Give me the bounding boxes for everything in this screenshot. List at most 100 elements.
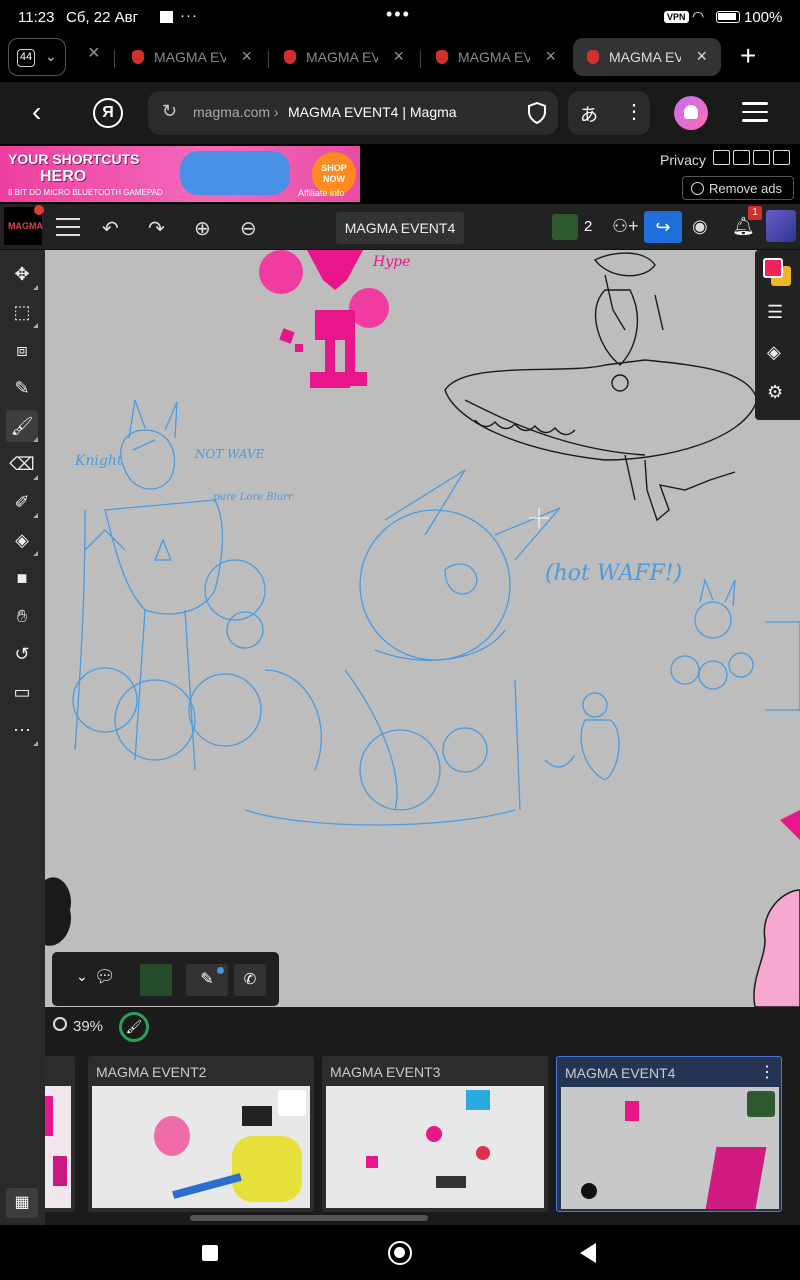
close-icon[interactable]: × <box>545 46 556 67</box>
back-icon[interactable]: ‹ <box>32 96 41 128</box>
more-tools-icon[interactable]: ⋯ <box>6 714 38 746</box>
privacy-link[interactable]: Privacy <box>660 152 706 168</box>
shield-icon[interactable] <box>528 102 546 124</box>
broadcast-icon[interactable]: ◉ <box>692 216 708 237</box>
transform-tool-icon[interactable]: ⧈ <box>6 334 38 366</box>
undo-icon[interactable]: ↶ <box>102 216 119 241</box>
magma-logo[interactable]: MAGMA <box>4 205 44 245</box>
add-user-icon[interactable]: ⚇+ <box>612 216 639 237</box>
tab-separator <box>114 50 115 68</box>
shape-tool-icon[interactable]: ■ <box>6 562 38 594</box>
translate-menu-group: あ ⋮ <box>568 91 650 135</box>
ad-banner[interactable]: YOUR SHORTCUTS HERO 8 BIT DO MICRO BLUET… <box>0 146 360 202</box>
drawing-card[interactable]: MAGMA EVENT3 <box>322 1056 548 1212</box>
drawings-strip: MAGMA EVENT2 MAGMA EVENT3 MAGMA EVENT4 ⋮ <box>45 1047 800 1225</box>
search-icon[interactable] <box>53 1017 67 1031</box>
close-icon[interactable]: × <box>696 46 707 67</box>
my-avatar[interactable] <box>766 210 796 242</box>
owner-badge <box>747 1091 775 1117</box>
redo-icon[interactable]: ↷ <box>148 216 165 241</box>
back-button[interactable] <box>580 1243 596 1263</box>
alice-assistant-icon[interactable] <box>674 96 708 130</box>
browser-tab[interactable]: MAGMA EV × <box>118 38 266 76</box>
tab-label: MAGMA EV <box>306 49 378 65</box>
eyedropper-tool-icon[interactable]: ✎ <box>6 372 38 404</box>
affiliate-info-link[interactable]: Affiliate info <box>298 188 344 198</box>
drawing-card[interactable] <box>45 1056 75 1212</box>
move-tool-icon[interactable]: ✥ <box>6 258 38 290</box>
hand-tool-icon[interactable]: ✋︎ <box>6 600 38 632</box>
new-tab-button[interactable]: + <box>740 40 756 72</box>
remove-ads-button[interactable]: Remove ads <box>682 176 794 200</box>
close-icon[interactable]: × <box>88 42 100 65</box>
browser-tab[interactable]: MAGMA EV × <box>422 38 570 76</box>
zoom-out-icon[interactable]: ⊖ <box>240 216 257 241</box>
rotate-view-icon[interactable]: ↺ <box>6 638 38 670</box>
browser-tab-strip: 44 ⌄ × MAGMA EV × MAGMA EV × MAGMA EV × … <box>0 34 800 82</box>
ad-row: YOUR SHORTCUTS HERO 8 BIT DO MICRO BLUET… <box>0 144 800 204</box>
status-date: Сб, 22 Авг <box>66 9 139 26</box>
browser-menu-icon[interactable] <box>742 102 768 122</box>
browser-tab-active[interactable]: MAGMA EV × <box>573 38 721 76</box>
canvas-artwork: Hype Knight NOT WAVE pure Lore Blurr (ho… <box>45 250 800 1007</box>
zoom-in-icon[interactable]: ⊕ <box>194 216 211 241</box>
drawing-card-active[interactable]: MAGMA EVENT4 ⋮ <box>556 1056 782 1212</box>
reload-icon[interactable]: ↻ <box>162 101 177 122</box>
fill-tool-icon[interactable]: ◈ <box>6 524 38 556</box>
comment-tool-icon[interactable]: ▭ <box>6 676 38 708</box>
primary-color-swatch[interactable] <box>763 258 783 278</box>
document-name[interactable]: MAGMA EVENT4 <box>336 212 464 244</box>
eraser-tool-icon[interactable]: ⌫ <box>6 448 38 480</box>
drawing-canvas[interactable]: Hype Knight NOT WAVE pure Lore Blurr (ho… <box>45 250 800 1007</box>
ad-layout-icons[interactable] <box>713 150 795 170</box>
layers-icon[interactable]: ◈ <box>767 342 781 363</box>
drawing-name: MAGMA EVENT4 <box>565 1065 676 1081</box>
brush-progress-icon[interactable]: 🖌︎ <box>119 1012 149 1042</box>
drawing-thumbnail <box>92 1086 310 1208</box>
system-nav-bar <box>0 1225 800 1280</box>
more-vertical-icon[interactable]: ⋮ <box>759 1062 775 1082</box>
gear-icon[interactable]: ⚙ <box>767 382 783 403</box>
translate-button[interactable]: あ <box>580 101 598 127</box>
home-button[interactable] <box>388 1241 412 1265</box>
gamepad-image <box>180 151 290 195</box>
drawing-card[interactable]: MAGMA EVENT2 <box>88 1056 314 1212</box>
magma-toolbar: MAGMA ↶ ↷ ⊕ ⊖ MAGMA EVENT4 2 ⚇+ ↪ ◉ 🔔︎ 1 <box>0 204 800 250</box>
user-avatar[interactable] <box>552 214 578 240</box>
magma-favicon-icon <box>587 50 599 64</box>
film-strip-icon[interactable]: ▦ <box>6 1188 38 1218</box>
more-vertical-icon[interactable]: ⋮ <box>624 99 644 124</box>
tool-palette: ✥ ⬚ ⧈ ✎ 🖌︎ ⌫ ✐ ◈ ■ ✋︎ ↺ ▭ ⋯ ▦ <box>0 250 45 1225</box>
zoom-level[interactable]: 39% <box>73 1018 103 1035</box>
yandex-logo-icon[interactable]: Я <box>93 98 123 128</box>
chevron-down-icon: ⌄ <box>45 48 57 64</box>
drawing-name: MAGMA EVENT2 <box>96 1064 207 1080</box>
call-button[interactable]: ✆ <box>234 964 266 996</box>
close-icon[interactable]: × <box>241 46 252 67</box>
color-swatches[interactable] <box>763 258 793 288</box>
browser-tab[interactable]: MAGMA EV × <box>270 38 418 76</box>
close-icon[interactable]: × <box>393 46 404 67</box>
smudge-tool-icon[interactable]: ✐ <box>6 486 38 518</box>
brush-tool-icon[interactable]: 🖌︎ <box>6 410 38 442</box>
battery-percent: 100% <box>744 9 783 26</box>
chat-icon[interactable]: 💬︎ <box>94 967 116 987</box>
tab-switcher-button[interactable]: 44 ⌄ <box>8 38 66 76</box>
tab-label: MAGMA EV <box>609 49 681 65</box>
voice-chat-button[interactable]: ✎ <box>186 964 228 996</box>
adjustments-icon[interactable]: ☰ <box>767 302 783 323</box>
menu-icon[interactable] <box>56 218 80 236</box>
chat-panel: ⌄ 💬︎ ✎ ✆ <box>52 952 279 1006</box>
magma-logo-text: MAGMA <box>8 221 43 231</box>
recents-button[interactable] <box>202 1245 218 1261</box>
share-button[interactable]: ↪ <box>644 211 682 243</box>
hot-waff-text: (hot WAFF!) <box>545 561 682 586</box>
wifi-icon: ◠ <box>692 8 705 24</box>
selection-tool-icon[interactable]: ⬚ <box>6 296 38 328</box>
strip-scrollbar[interactable] <box>190 1215 428 1221</box>
chevron-down-icon[interactable]: ⌄ <box>76 968 88 985</box>
participant-avatar[interactable] <box>140 964 172 996</box>
tab-separator <box>268 50 269 68</box>
url-field[interactable]: ↻ magma.com › MAGMA EVENT4 | Magma <box>148 91 558 135</box>
drawing-thumbnail <box>45 1086 71 1208</box>
